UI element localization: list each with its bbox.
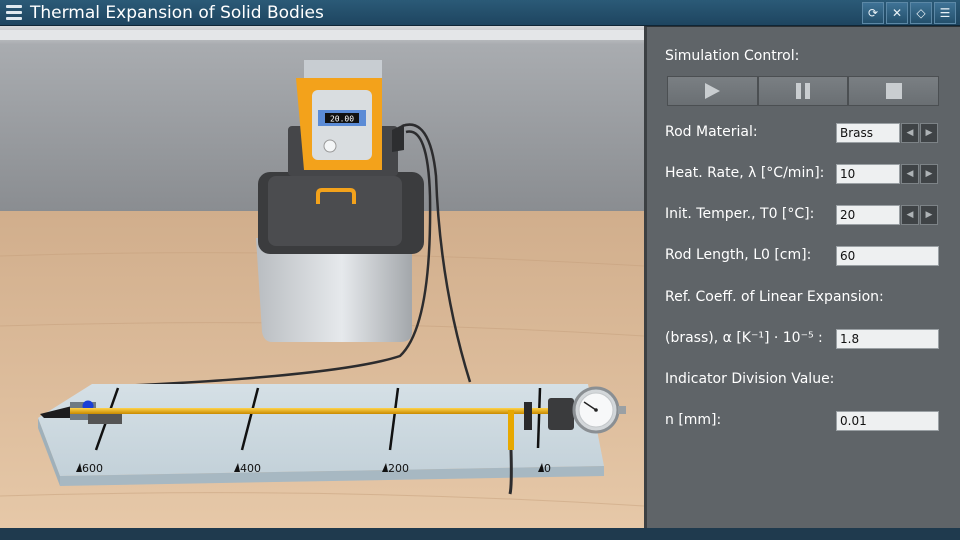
simulation-controls	[667, 76, 940, 106]
status-bar	[0, 528, 960, 540]
control-panel: Simulation Control: Rod Material: Brass …	[644, 26, 960, 528]
heat-rate-field[interactable]: 10	[836, 164, 900, 184]
reset-icon[interactable]: ⟳	[862, 2, 884, 24]
rod-material-prev-button[interactable]: ◀	[901, 123, 919, 143]
rod-length-field[interactable]: 60	[836, 246, 939, 266]
list-icon[interactable]: ☰	[934, 2, 956, 24]
menu-icon[interactable]	[4, 3, 24, 23]
n-field[interactable]: 0.01	[836, 411, 939, 431]
heat-rate-increase-button[interactable]: ▶	[920, 164, 938, 184]
pause-icon	[796, 83, 810, 99]
init-temp-field[interactable]: 20	[836, 205, 900, 225]
init-temp-increase-button[interactable]: ▶	[920, 205, 938, 225]
heat-rate-label: Heat. Rate, λ [°C/min]:	[665, 165, 825, 181]
app-title: Thermal Expansion of Solid Bodies	[30, 3, 324, 23]
n-label: n [mm]:	[665, 412, 722, 428]
alpha-label: (brass), α [K⁻¹] · 10⁻⁵ :	[665, 330, 823, 346]
eraser-icon[interactable]: ◇	[910, 2, 932, 24]
mute-icon[interactable]: ✕	[886, 2, 908, 24]
rod-material-select[interactable]: Brass	[836, 123, 900, 143]
title-bar: Thermal Expansion of Solid Bodies ⟳ ✕ ◇ …	[0, 0, 960, 26]
play-icon	[705, 83, 721, 99]
scale-label-0: 0	[544, 462, 551, 475]
stop-icon	[885, 83, 902, 99]
rod-material-next-button[interactable]: ▶	[920, 123, 938, 143]
pause-button[interactable]	[757, 76, 849, 106]
sim-control-label: Simulation Control:	[665, 48, 800, 64]
heat-rate-decrease-button[interactable]: ◀	[901, 164, 919, 184]
thermostat-display: 20.00	[330, 115, 354, 124]
simulation-scene: 20.00 600 400 200 0	[0, 26, 644, 528]
stop-button[interactable]	[848, 76, 940, 106]
ref-coeff-label: Ref. Coeff. of Linear Expansion:	[665, 289, 884, 305]
alpha-field[interactable]: 1.8	[836, 329, 939, 349]
play-button[interactable]	[667, 76, 758, 106]
scale-label-400: 400	[240, 462, 261, 475]
init-temp-label: Init. Temper., T0 [°C]:	[665, 206, 815, 222]
init-temp-decrease-button[interactable]: ◀	[901, 205, 919, 225]
scale-label-200: 200	[388, 462, 409, 475]
rod-length-label: Rod Length, L0 [cm]:	[665, 247, 812, 263]
measurement-board: 600 400 200 0	[38, 384, 604, 486]
rod-material-label: Rod Material:	[665, 124, 758, 140]
scale-label-600: 600	[82, 462, 103, 475]
indicator-label: Indicator Division Value:	[665, 371, 835, 387]
